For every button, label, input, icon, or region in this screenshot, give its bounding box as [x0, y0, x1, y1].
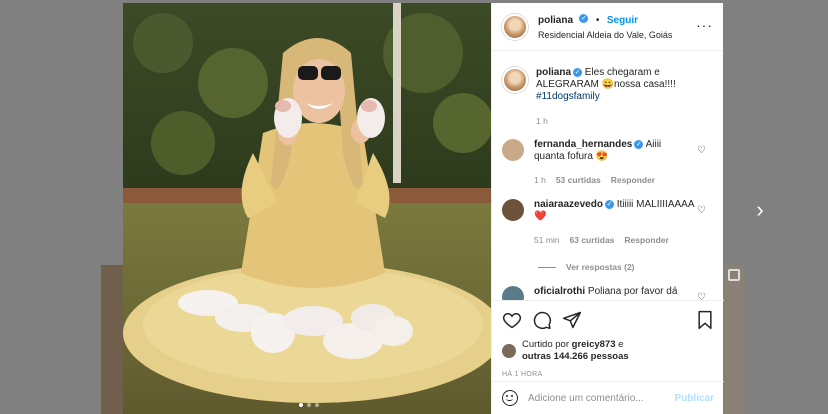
liker-avatar[interactable] — [502, 344, 516, 358]
comment-bubble-icon[interactable] — [532, 310, 552, 330]
caption-avatar[interactable] — [502, 67, 528, 93]
publish-button[interactable]: Publicar — [675, 393, 714, 404]
comments-list[interactable]: poliana ✓ Eles chegaram e ALEGRARAM 😀noss… — [492, 52, 724, 300]
save-bookmark-icon[interactable] — [696, 310, 714, 330]
author-avatar[interactable] — [502, 13, 528, 40]
reply-button[interactable]: Responder — [624, 234, 668, 246]
post-timestamp[interactable]: HÁ 1 HORA — [502, 371, 714, 378]
likes-middle: e — [615, 339, 624, 350]
like-comment-heart-icon[interactable]: ♡ — [697, 292, 706, 300]
follow-button[interactable]: Seguir — [607, 15, 638, 26]
comment-item: naiaraazevedo ✓ Itiiiii MALIIIIAAAA ❤️ 51… — [502, 199, 714, 246]
comment-username[interactable]: fernanda_hernandes — [534, 139, 632, 150]
post-header: poliana ✓ • Seguir Residencial Aldeia do… — [492, 3, 723, 51]
verified-badge-icon: ✓ — [604, 199, 614, 209]
next-post-arrow-icon[interactable]: › — [752, 198, 768, 222]
add-comment-bar: Publicar — [492, 381, 724, 414]
more-options-icon[interactable]: ··· — [696, 18, 713, 32]
post-side-panel: poliana ✓ • Seguir Residencial Aldeia do… — [491, 3, 724, 414]
background-post-thumbnail-left[interactable] — [101, 265, 123, 414]
reply-button[interactable]: Responder — [611, 174, 655, 186]
comment-item: oficialrothi Poliana por favor dá ♡ — [502, 286, 714, 300]
gallery-icon — [728, 269, 740, 281]
liker-username[interactable]: greicy873 — [572, 339, 616, 350]
verified-badge-icon: ✓ — [579, 13, 589, 23]
comment-avatar[interactable] — [502, 199, 524, 221]
post-location[interactable]: Residencial Aldeia do Vale, Goiás — [538, 28, 672, 42]
verified-badge-icon: ✓ — [573, 67, 583, 77]
likes-prefix: Curtido por — [522, 339, 572, 350]
like-heart-icon[interactable] — [502, 310, 522, 330]
like-comment-heart-icon[interactable]: ♡ — [697, 145, 706, 156]
likes-others[interactable]: outras 144.266 pessoas — [522, 351, 629, 362]
like-comment-heart-icon[interactable]: ♡ — [697, 205, 706, 216]
author-username[interactable]: poliana — [538, 15, 573, 26]
replies-divider — [538, 266, 556, 268]
separator-dot: • — [595, 14, 600, 26]
comment-avatar[interactable] — [502, 139, 524, 161]
post-photo[interactable]: › — [123, 3, 491, 414]
caption-username[interactable]: poliana — [536, 67, 571, 78]
caption-hashtag[interactable]: #11dogsfamily — [536, 91, 696, 103]
comment-likes[interactable]: 63 curtidas — [570, 234, 615, 246]
emoji-picker-icon[interactable] — [502, 390, 518, 406]
comment-username[interactable]: oficialrothi — [534, 286, 585, 297]
caption: poliana ✓ Eles chegaram e ALEGRARAM 😀noss… — [502, 67, 714, 127]
comment-avatar[interactable] — [502, 286, 524, 300]
likes-summary: Curtido por greicy873 e outras 144.266 p… — [502, 339, 714, 363]
comment-likes[interactable]: 53 curtidas — [556, 174, 601, 186]
view-replies-button[interactable]: Ver respostas (2) — [538, 262, 714, 272]
comment-input[interactable] — [528, 392, 648, 404]
comment-time[interactable]: 1 h — [534, 174, 546, 186]
post-image — [123, 3, 491, 414]
caption-time[interactable]: 1 h — [536, 115, 548, 127]
comment-item: fernanda_hernandes ✓ Aiiii quanta fofura … — [502, 139, 714, 186]
view-replies-label: Ver respostas (2) — [566, 262, 635, 272]
comment-username[interactable]: naiaraazevedo — [534, 199, 603, 210]
background-post-thumbnail-right[interactable] — [724, 265, 746, 414]
post-actions: Curtido por greicy873 e outras 144.266 p… — [492, 300, 724, 378]
comment-time[interactable]: 51 min — [534, 234, 560, 246]
share-paper-plane-icon[interactable] — [562, 310, 582, 330]
comment-text: Poliana por favor dá — [585, 286, 678, 297]
